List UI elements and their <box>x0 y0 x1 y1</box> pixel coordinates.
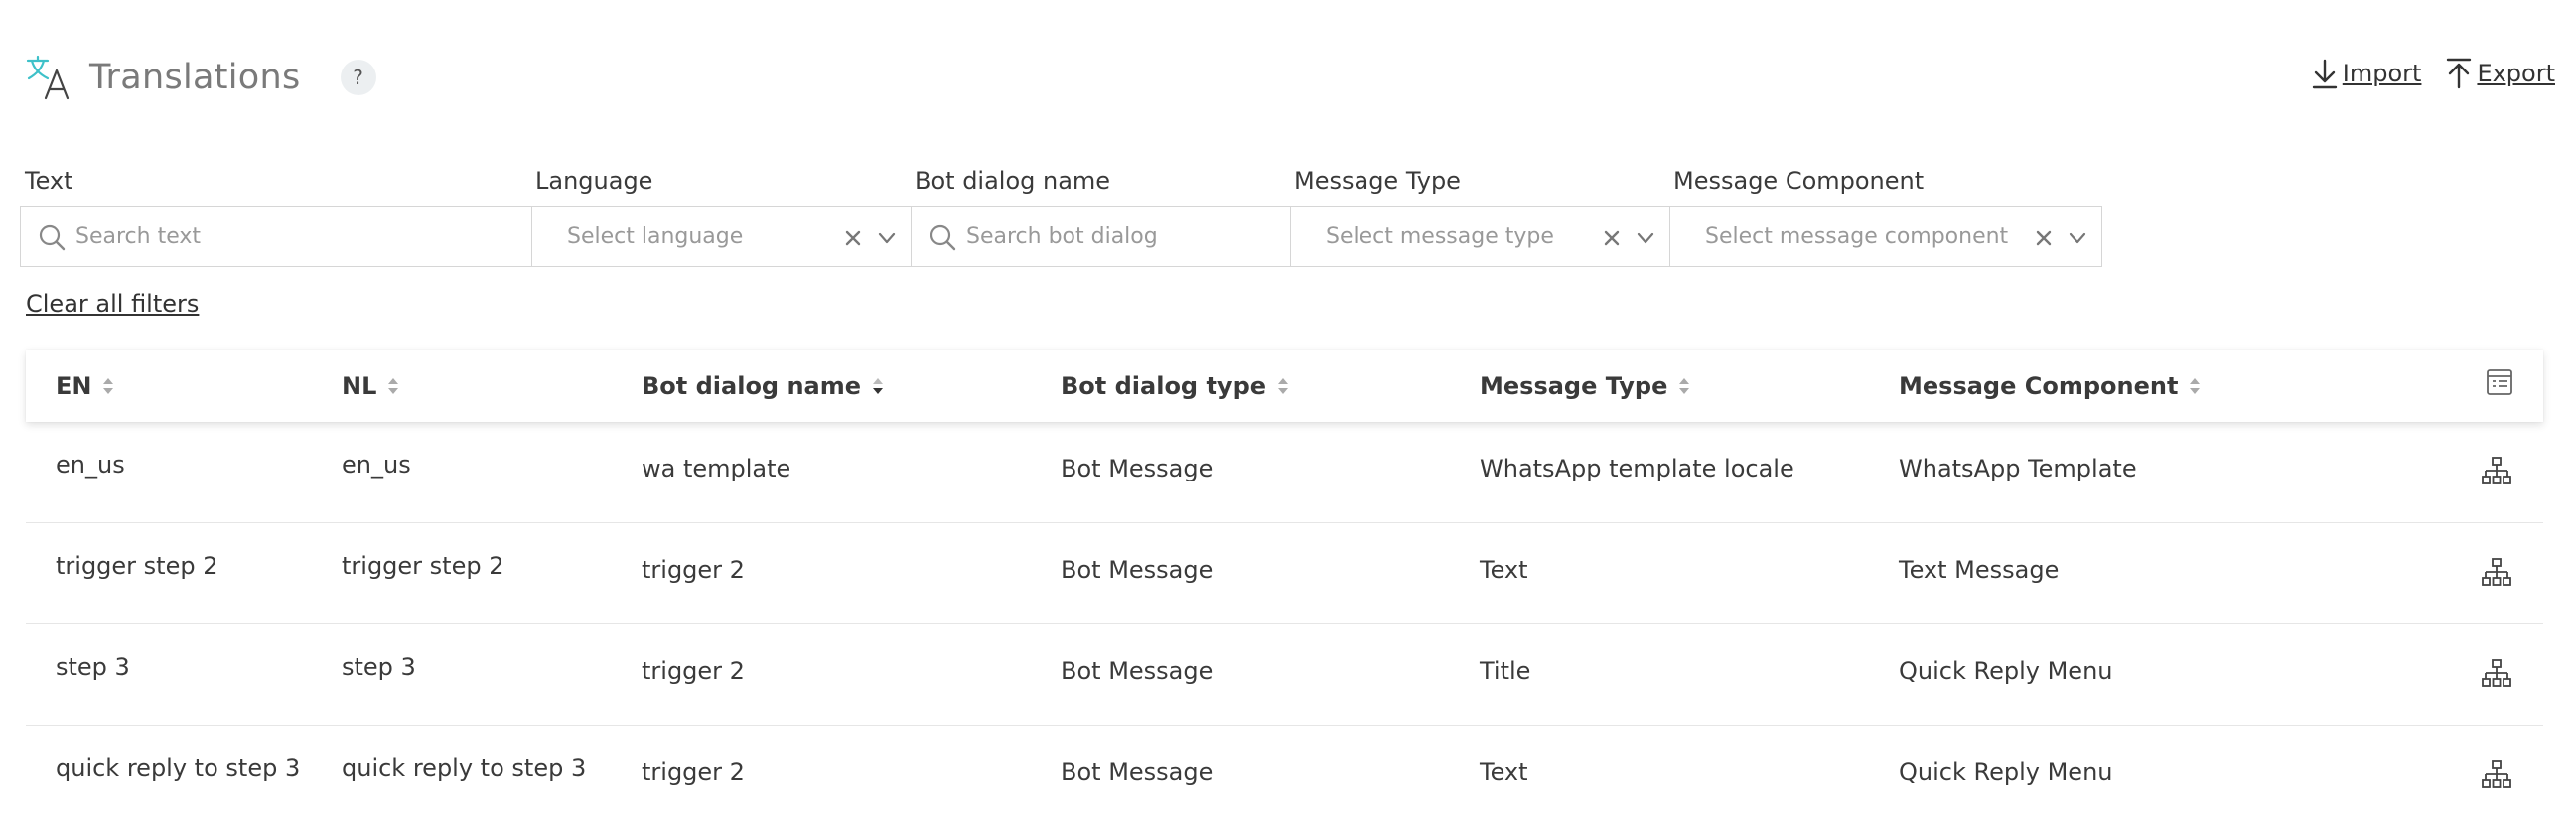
cell-nl: quick reply to step 3 <box>342 755 587 782</box>
hierarchy-icon[interactable] <box>2482 759 2511 791</box>
column-header-label: Message Type <box>1480 372 1668 400</box>
clear-icon[interactable] <box>1602 228 1622 248</box>
cell-nl: step 3 <box>342 653 416 681</box>
cell-en: trigger step 2 <box>56 552 218 580</box>
column-header-label: NL <box>342 372 377 400</box>
bot-dialog-search-placeholder: Search bot dialog <box>966 224 1158 249</box>
message-type-select-controls <box>1602 207 1655 268</box>
message-type-select[interactable]: Select message type <box>1291 206 1670 267</box>
message-component-select[interactable]: Select message component <box>1670 206 2102 267</box>
table-header: EN NL Bot dialog name Bot dialog type Me… <box>26 350 2543 422</box>
table-row[interactable]: trigger step 2 trigger step 2 trigger 2 … <box>26 523 2543 624</box>
chevron-down-icon[interactable] <box>877 228 897 248</box>
cell-en: en_us <box>56 451 125 479</box>
cell-message-component: WhatsApp Template <box>1899 455 2137 482</box>
import-button[interactable]: Import <box>2311 58 2422 89</box>
clear-all-filters-link[interactable]: Clear all filters <box>26 290 199 318</box>
column-header-label: Message Component <box>1899 372 2179 400</box>
column-header-bot-dialog-type[interactable]: Bot dialog type <box>1061 350 1290 422</box>
column-settings-icon[interactable] <box>2486 368 2513 396</box>
sort-icon <box>388 378 399 394</box>
hierarchy-icon[interactable] <box>2482 557 2511 589</box>
cell-nl: trigger step 2 <box>342 552 504 580</box>
text-filter-label: Text <box>25 167 73 195</box>
bot-dialog-filter-label: Bot dialog name <box>915 167 1111 195</box>
search-icon <box>930 224 956 250</box>
export-button[interactable]: Export <box>2445 58 2555 89</box>
message-component-select-placeholder: Select message component <box>1705 224 2009 249</box>
column-header-message-component[interactable]: Message Component <box>1899 350 2202 422</box>
column-header-message-type[interactable]: Message Type <box>1480 350 1691 422</box>
text-search-placeholder: Search text <box>75 224 201 249</box>
clear-icon[interactable] <box>2034 228 2054 248</box>
column-header-label: Bot dialog type <box>1061 372 1267 400</box>
cell-message-type: Text <box>1480 556 1528 584</box>
download-icon <box>2312 59 2337 89</box>
export-label: Export <box>2477 60 2555 87</box>
translations-table: EN NL Bot dialog name Bot dialog type Me… <box>26 350 2543 824</box>
page-header: Translations ? <box>26 50 376 105</box>
message-component-filter-label: Message Component <box>1673 167 1925 195</box>
message-type-filter-label: Message Type <box>1294 167 1461 195</box>
cell-message-type: WhatsApp template locale <box>1480 455 1794 482</box>
column-header-label: EN <box>56 372 92 400</box>
sort-icon <box>1278 378 1289 394</box>
cell-nl: en_us <box>342 451 411 479</box>
language-select[interactable]: Select language <box>532 206 912 267</box>
clear-icon[interactable] <box>843 228 863 248</box>
page-title: Translations <box>89 58 301 97</box>
sort-icon <box>2190 378 2201 394</box>
text-search-input[interactable]: Search text <box>20 206 532 267</box>
chevron-down-icon[interactable] <box>1636 228 1655 248</box>
cell-bot-dialog-type: Bot Message <box>1061 758 1214 786</box>
cell-en: quick reply to step 3 <box>56 755 301 782</box>
filter-labels: Text Language Bot dialog name Message Ty… <box>0 167 2576 199</box>
cell-message-component: Quick Reply Menu <box>1899 758 2113 786</box>
top-actions: Import Export <box>2311 58 2555 89</box>
sort-desc-icon <box>873 378 884 394</box>
language-filter-label: Language <box>535 167 653 195</box>
translate-icon <box>26 55 70 100</box>
cell-bot-dialog-type: Bot Message <box>1061 556 1214 584</box>
hierarchy-icon[interactable] <box>2482 658 2511 690</box>
cell-bot-dialog-type: Bot Message <box>1061 657 1214 685</box>
chevron-down-icon[interactable] <box>2068 228 2087 248</box>
language-select-controls <box>843 207 897 268</box>
cell-bot-dialog-name: trigger 2 <box>642 556 745 584</box>
message-type-select-placeholder: Select message type <box>1326 224 1554 249</box>
message-component-select-controls <box>2034 207 2087 268</box>
cell-message-type: Text <box>1480 758 1528 786</box>
import-label: Import <box>2342 60 2422 87</box>
cell-en: step 3 <box>56 653 130 681</box>
cell-message-component: Text Message <box>1899 556 2060 584</box>
search-icon <box>39 224 66 250</box>
help-button[interactable]: ? <box>340 60 376 95</box>
sort-icon <box>103 378 114 394</box>
column-header-bot-dialog-name[interactable]: Bot dialog name <box>642 350 885 422</box>
column-header-nl[interactable]: NL <box>342 350 400 422</box>
table-row[interactable]: step 3 step 3 trigger 2 Bot Message Titl… <box>26 624 2543 726</box>
language-select-placeholder: Select language <box>567 224 744 249</box>
cell-bot-dialog-name: trigger 2 <box>642 657 745 685</box>
cell-message-component: Quick Reply Menu <box>1899 657 2113 685</box>
filter-row: Search text Select language Search bot d… <box>20 206 2102 267</box>
column-header-label: Bot dialog name <box>642 372 862 400</box>
cell-bot-dialog-type: Bot Message <box>1061 455 1214 482</box>
column-header-en[interactable]: EN <box>56 350 115 422</box>
cell-bot-dialog-name: trigger 2 <box>642 758 745 786</box>
upload-icon <box>2447 58 2472 89</box>
cell-bot-dialog-name: wa template <box>642 455 791 482</box>
translations-page: Translations ? Import Export Text Langua… <box>0 0 2576 824</box>
sort-icon <box>1679 378 1690 394</box>
table-row[interactable]: quick reply to step 3 quick reply to ste… <box>26 726 2543 824</box>
cell-message-type: Title <box>1480 657 1531 685</box>
hierarchy-icon[interactable] <box>2482 456 2511 487</box>
bot-dialog-search-input[interactable]: Search bot dialog <box>912 206 1291 267</box>
table-row[interactable]: en_us en_us wa template Bot Message What… <box>26 422 2543 523</box>
